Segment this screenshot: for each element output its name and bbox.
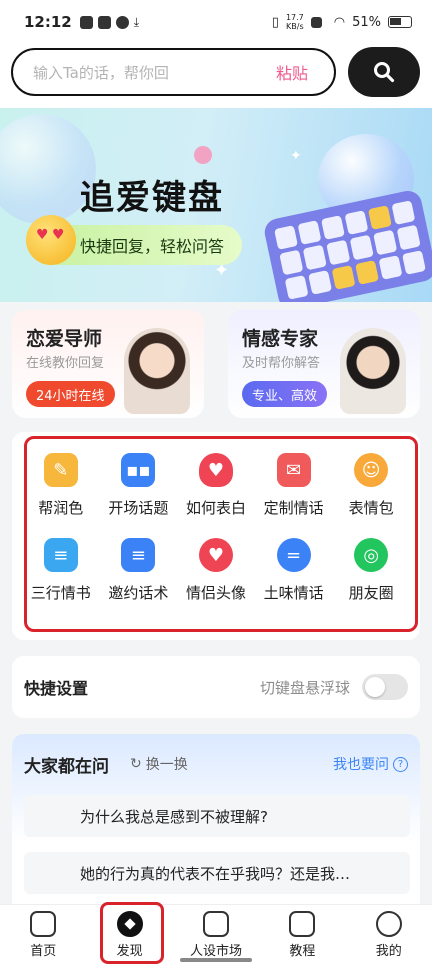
heart-eyes-emoji-icon — [26, 215, 76, 265]
card-title: 情感专家 — [242, 328, 319, 350]
battery-icon — [388, 16, 412, 28]
tab-profile[interactable]: 我的 — [346, 905, 432, 964]
status-time: 12:12 — [24, 13, 72, 31]
smile-icon: ☺ — [354, 453, 389, 487]
tab-label: 人设市场 — [189, 943, 242, 959]
feature-label: 开场话题 — [108, 499, 169, 517]
search-button[interactable] — [348, 47, 420, 97]
feature-polish[interactable]: ✎ 帮润色 — [22, 447, 100, 532]
tab-persona-market[interactable]: 人设市场 — [173, 905, 259, 964]
invite-icon: ≡ — [121, 538, 156, 572]
card-subtitle: 及时帮你解答 — [242, 356, 321, 371]
question-item[interactable]: 她的行为真的代表不在乎我吗？还是我… — [24, 852, 410, 894]
mentor-avatar — [124, 328, 190, 414]
float-ball-toggle[interactable] — [362, 674, 408, 700]
feature-couple-avatar[interactable]: ♥ 情侣头像 — [177, 532, 255, 617]
tab-discover[interactable]: 发现 — [86, 905, 172, 964]
expert-avatar — [340, 328, 406, 414]
feature-confession[interactable]: ♥ 如何表白 — [177, 447, 255, 532]
sparkle-icon: ✦ — [290, 148, 302, 164]
feature-label: 表情包 — [348, 499, 394, 517]
wifi-icon: ◠ — [333, 14, 346, 30]
feature-label: 邀约话术 — [108, 584, 169, 602]
status-bar: 12:12 ⤓ ▯ 17.7 KB/s ◠ 51% — [0, 0, 432, 44]
heart-icon: ♥ — [198, 453, 233, 487]
app-icon — [97, 15, 111, 29]
feature-label: 帮润色 — [38, 499, 84, 517]
pen-icon: ✎ — [43, 453, 78, 487]
feature-invitation[interactable]: ≡ 邀约话术 — [100, 532, 178, 617]
ask-question-link[interactable]: 我也要问 ? — [333, 754, 408, 774]
feature-label: 土味情话 — [263, 584, 324, 602]
check-icon — [115, 15, 129, 29]
paste-button[interactable]: 粘贴 — [276, 60, 308, 84]
quick-settings: 快捷设置 切键盘悬浮球 — [12, 656, 420, 718]
tab-label: 我的 — [375, 943, 402, 959]
search-icon — [374, 62, 395, 83]
help-icon: ? — [393, 756, 408, 772]
search-row: 输入Ta的话，帮你回 粘贴 — [0, 44, 432, 108]
card-tag: 专业、高效 — [242, 381, 328, 407]
couple-icon: ♥ — [198, 538, 233, 572]
envelope-icon: ✉ — [276, 453, 311, 487]
ask-link-label: 我也要问 — [333, 757, 389, 773]
tab-home[interactable]: 首页 — [0, 905, 86, 964]
keyboard-illustration — [262, 188, 432, 302]
tab-label: 发现 — [116, 943, 143, 959]
net-speed: 17.7 KB/s — [285, 13, 304, 31]
tab-label: 首页 — [30, 943, 57, 959]
question-item[interactable]: 为什么我总是感到不被理解? — [24, 795, 410, 837]
refresh-icon: ↻ — [130, 756, 142, 772]
home-indicator — [180, 958, 252, 962]
bottom-tab-bar: 首页 发现 人设市场 教程 我的 — [0, 904, 432, 964]
feature-label: 定制情话 — [263, 499, 324, 517]
feature-moments[interactable]: ◎ 朋友圈 — [332, 532, 410, 617]
tab-label: 教程 — [289, 943, 316, 959]
home-icon — [30, 910, 57, 937]
tab-tutorial[interactable]: 教程 — [259, 905, 345, 964]
card-title: 恋爱导师 — [26, 328, 103, 350]
feature-opening-topic[interactable]: ▪▪ 开场话题 — [100, 447, 178, 532]
section-title: 大家都在问 — [24, 757, 109, 777]
letter-icon: ≡ — [43, 538, 78, 572]
small-heart-decoration — [194, 146, 212, 164]
notification-icon — [79, 15, 93, 29]
moments-icon: ◎ — [354, 538, 389, 572]
emotion-expert-card[interactable]: 情感专家 及时帮你解答 专业、高效 — [228, 310, 420, 418]
feature-grid: ✎ 帮润色 ▪▪ 开场话题 ♥ 如何表白 ✉ 定制情话 ☺ 表情包 ≡ 三行情书… — [22, 447, 410, 617]
search-input[interactable]: 输入Ta的话，帮你回 粘贴 — [11, 48, 336, 96]
feature-stickers[interactable]: ☺ 表情包 — [332, 447, 410, 532]
feature-cheesy-lines[interactable]: = 土味情话 — [255, 532, 333, 617]
feature-label: 情侣头像 — [185, 584, 246, 602]
battery-level: 51% — [352, 14, 381, 30]
love-mentor-card[interactable]: 恋爱导师 在线教你回复 24小时在线 — [12, 310, 204, 418]
chat-icon: ▪▪ — [121, 453, 156, 487]
quick-settings-title: 快捷设置 — [24, 679, 89, 698]
store-icon — [202, 910, 229, 937]
data-icon — [310, 16, 322, 28]
refresh-label: 换一换 — [145, 757, 188, 773]
feature-love-letter[interactable]: ≡ 三行情书 — [22, 532, 100, 617]
popular-questions: 大家都在问 ↻ 换一换 我也要问 ? 为什么我总是感到不被理解? 她的行为真的代… — [12, 734, 420, 914]
banner-title: 追爱键盘 — [80, 178, 224, 218]
expert-cards: 恋爱导师 在线教你回复 24小时在线 情感专家 及时帮你解答 专业、高效 — [0, 302, 432, 430]
download-icon: ⤓ — [133, 14, 140, 29]
card-tag: 24小时在线 — [26, 381, 115, 407]
vibrate-icon: ▯ — [271, 14, 279, 30]
feature-label: 朋友圈 — [348, 584, 394, 602]
feature-label: 三行情书 — [30, 584, 91, 602]
feature-custom-love-words[interactable]: ✉ 定制情话 — [255, 447, 333, 532]
search-placeholder: 输入Ta的话，帮你回 — [33, 63, 169, 82]
book-icon — [289, 910, 316, 937]
feature-label: 如何表白 — [185, 499, 246, 517]
refresh-button[interactable]: ↻ 换一换 — [130, 754, 188, 774]
talk-icon: = — [276, 538, 311, 572]
compass-icon — [116, 910, 143, 937]
card-subtitle: 在线教你回复 — [26, 356, 105, 371]
promo-banner[interactable]: ✦ ✦ 追爱键盘 快捷回复，轻松问答 — [0, 108, 432, 302]
float-ball-label: 切键盘悬浮球 — [259, 678, 350, 697]
profile-icon — [375, 910, 402, 937]
